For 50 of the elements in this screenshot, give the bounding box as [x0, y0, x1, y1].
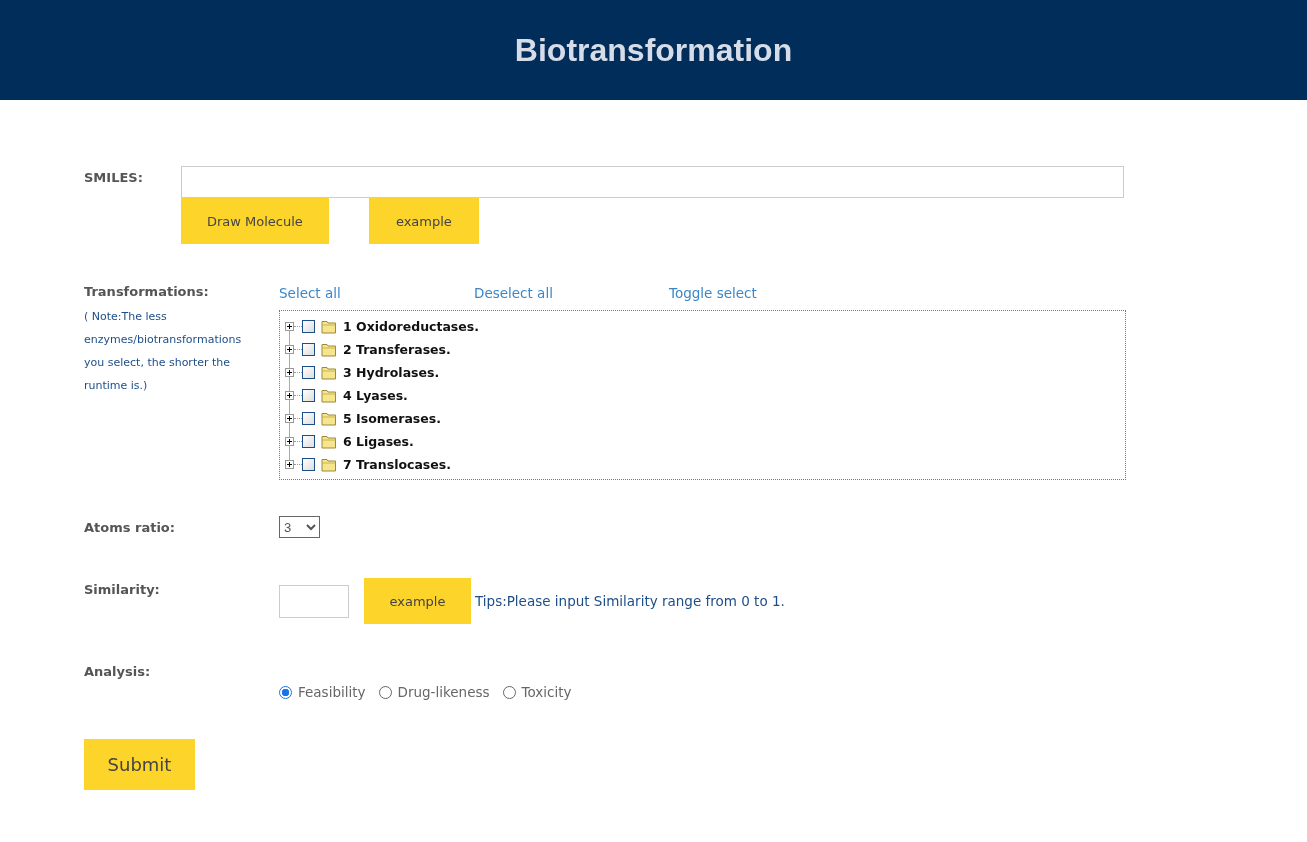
tree-item-label[interactable]: 6 Ligases. — [343, 434, 414, 449]
smiles-input-field[interactable] — [181, 166, 1124, 198]
note-text: ( Note:The less enzymes/biotransformations you select, the shorter the runtime is.) — [84, 309, 243, 394]
folder-icon — [321, 411, 337, 426]
checkbox[interactable] — [302, 435, 315, 448]
submit-button[interactable]: Submit — [84, 739, 195, 790]
folder-icon — [321, 457, 337, 472]
checkbox[interactable] — [302, 343, 315, 356]
expand-icon[interactable] — [285, 391, 294, 400]
atoms-ratio-label: Atoms ratio: — [84, 519, 176, 535]
expand-icon[interactable] — [285, 460, 294, 469]
selection-link[interactable]: Deselect all — [474, 284, 669, 310]
example-button[interactable]: example — [368, 198, 479, 244]
folder-icon — [321, 342, 337, 357]
tip-text: Tips:Please input Similarity range from 0 to 1. — [475, 593, 785, 609]
checkbox[interactable] — [302, 389, 315, 402]
tree-item-label[interactable]: 3 Hydrolases. — [343, 365, 440, 380]
radio-button[interactable] — [279, 685, 292, 699]
checkbox[interactable] — [302, 412, 315, 425]
example-button[interactable]: example — [364, 578, 471, 624]
tree-item-label[interactable]: 4 Lyases. — [343, 388, 408, 403]
tree-item-label[interactable]: 1 Oxidoreductases. — [343, 319, 479, 334]
folder-icon — [321, 365, 337, 380]
folder-icon — [321, 434, 337, 449]
radio-label[interactable]: Feasibility — [298, 684, 366, 700]
checkbox[interactable] — [302, 320, 315, 333]
expand-icon[interactable] — [285, 368, 294, 377]
checkbox[interactable] — [302, 458, 315, 471]
transformations-label: Transformations: — [84, 284, 210, 299]
analysis-label: Analysis: — [84, 664, 152, 681]
radio-label[interactable]: Drug-likeness — [397, 684, 490, 700]
page-title: Biotransformation — [514, 31, 793, 69]
folder-icon — [321, 319, 337, 334]
expand-icon[interactable] — [285, 345, 294, 354]
atoms-ratio-dropdown[interactable]: 3 — [279, 516, 320, 538]
expand-icon[interactable] — [285, 414, 294, 423]
selection-link[interactable]: Toggle select — [669, 284, 864, 310]
checkbox[interactable] — [302, 366, 315, 379]
similarity-label: Similarity: — [84, 581, 161, 599]
smiles-label: SMILES: — [84, 169, 144, 187]
draw-molecule-button[interactable]: Draw Molecule — [181, 198, 329, 244]
radio-label[interactable]: Toxicity — [521, 684, 572, 700]
tree-item-label[interactable]: 5 Isomerases. — [343, 411, 441, 426]
selection-link[interactable]: Select all — [279, 284, 474, 310]
folder-icon — [321, 388, 337, 403]
expand-icon[interactable] — [285, 437, 294, 446]
similarity-input-field[interactable] — [279, 584, 349, 618]
tree-item-label[interactable]: 2 Transferases. — [343, 342, 451, 357]
tree-item-label[interactable]: 7 Translocases. — [343, 457, 451, 472]
expand-icon[interactable] — [285, 322, 294, 331]
